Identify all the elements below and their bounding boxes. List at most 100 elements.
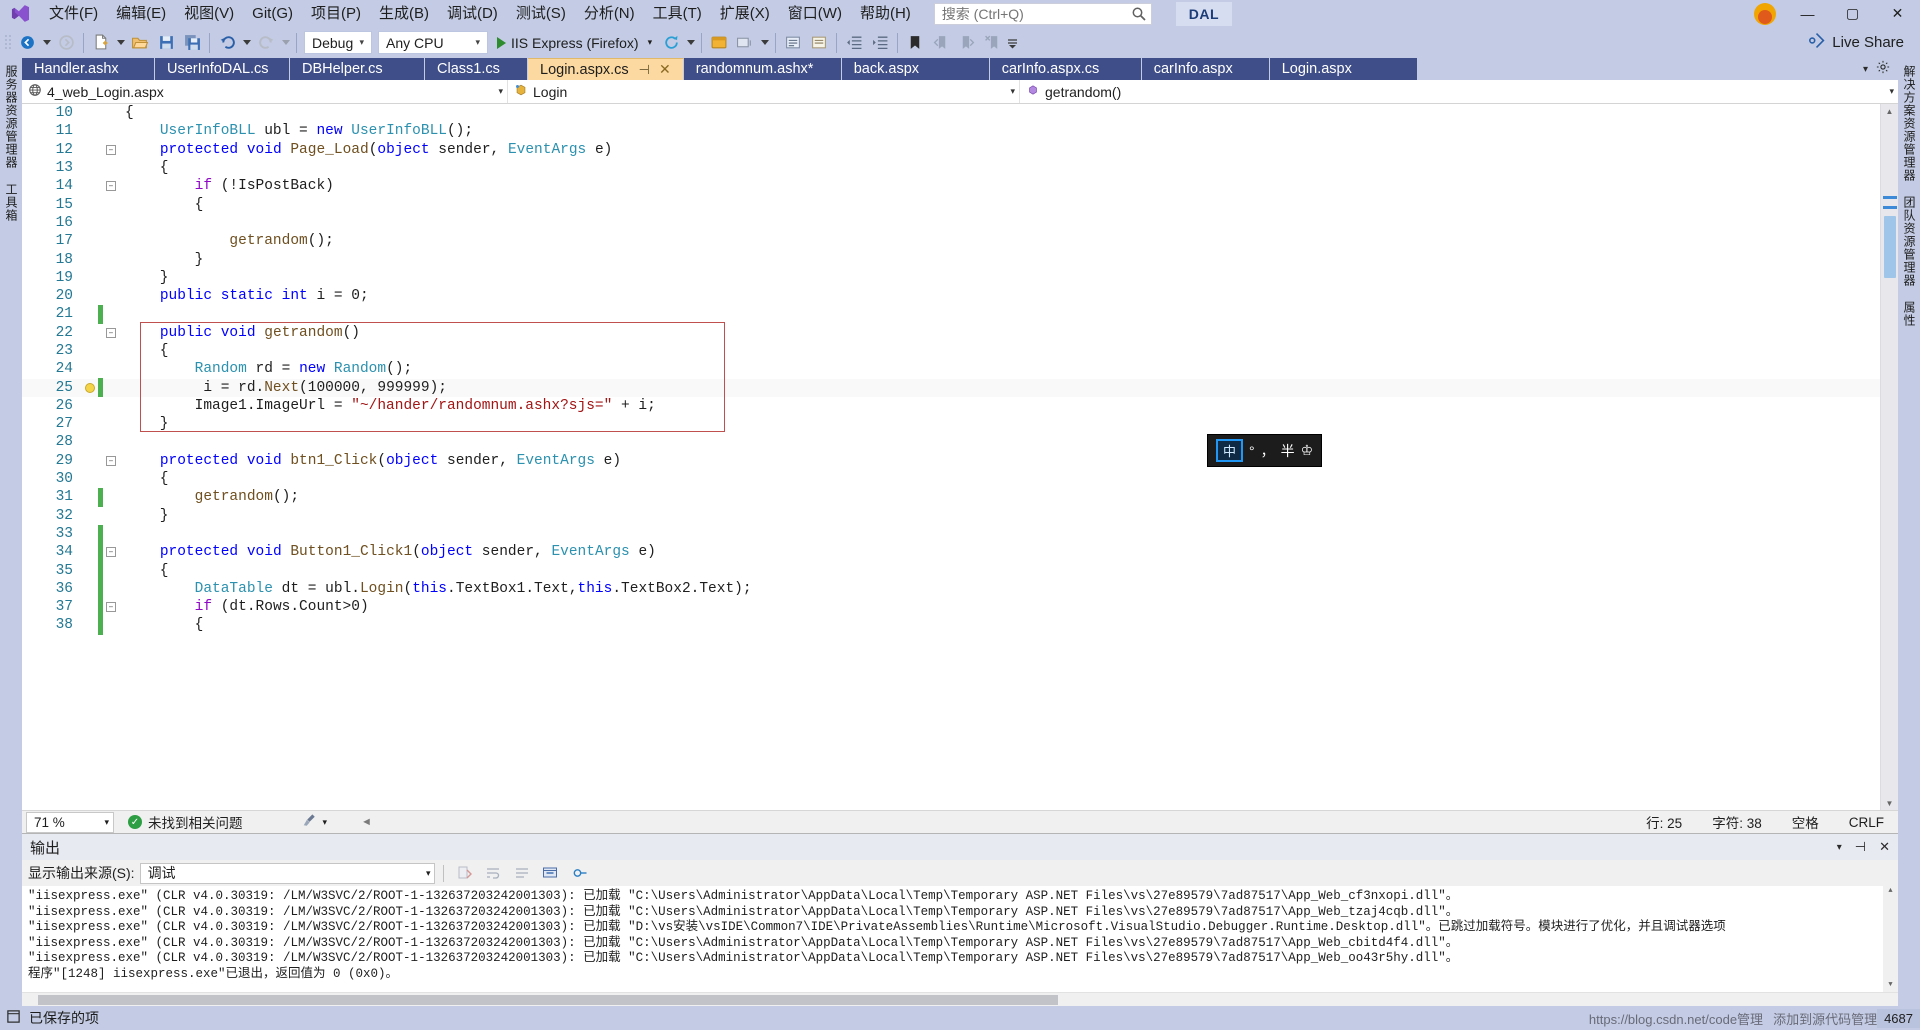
clear-output-icon[interactable] — [452, 862, 476, 884]
code-line[interactable]: 24 Random rd = new Random(); — [22, 360, 1880, 378]
maximize-button[interactable]: ▢ — [1830, 0, 1875, 27]
code-line[interactable]: 14 – if (!IsPostBack) — [22, 177, 1880, 195]
code-line[interactable]: 12 – protected void Page_Load(object send… — [22, 141, 1880, 159]
menu-window[interactable]: 窗口(W) — [779, 0, 851, 27]
menu-file[interactable]: 文件(F) — [40, 0, 107, 27]
collapse-toggle-icon[interactable]: – — [103, 144, 119, 155]
pin-icon[interactable]: ⊣ — [1855, 839, 1866, 855]
hot-reload-dropdown-icon[interactable] — [684, 30, 697, 56]
output-settings-icon[interactable] — [568, 862, 592, 884]
search-input[interactable] — [941, 5, 1131, 22]
navbar-project-select[interactable]: 4_web_Login.aspx ▾ — [22, 80, 508, 103]
next-bookmark-icon[interactable] — [954, 30, 980, 56]
code-line[interactable]: 20 public static int i = 0; — [22, 287, 1880, 305]
sidebar-item-solution-explorer[interactable]: 解决方案资源管理器 — [1898, 58, 1920, 189]
hot-reload-icon[interactable] — [658, 30, 684, 56]
add-to-source-control-label[interactable]: 添加到源代码管理 — [1773, 1009, 1877, 1028]
output-vertical-scrollbar[interactable]: ▲ ▼ — [1883, 886, 1898, 992]
navbar-member-select[interactable]: getrandom() ▾ — [1020, 80, 1898, 103]
code-line[interactable]: 27 } — [22, 415, 1880, 433]
toolbar-grip[interactable] — [4, 33, 14, 53]
new-file-dropdown-icon[interactable] — [114, 30, 127, 56]
code-line[interactable]: 31 getrandom(); — [22, 488, 1880, 507]
tab-carinfo-aspx-cs[interactable]: carInfo.aspx.cs — [989, 58, 1142, 80]
code-line[interactable]: 25 i = rd.Next(100000, 999999); — [22, 378, 1880, 397]
sidebar-item-toolbox[interactable]: 工具箱 — [0, 176, 23, 229]
solution-configuration-select[interactable]: Debug ▾ — [304, 31, 372, 54]
clear-bookmarks-icon[interactable] — [980, 30, 1006, 56]
live-share-button[interactable]: Live Share — [1792, 32, 1920, 53]
output-hscroll-thumb[interactable] — [38, 995, 1058, 1005]
new-file-icon[interactable] — [88, 30, 114, 56]
code-line[interactable]: 19 } — [22, 269, 1880, 287]
tab-dbhelper-cs[interactable]: DBHelper.cs — [290, 58, 425, 80]
scroll-down-icon[interactable]: ▼ — [1881, 796, 1898, 810]
save-all-icon[interactable] — [179, 30, 205, 56]
toolbar-overflow-icon[interactable] — [1006, 30, 1019, 56]
go-to-output-icon[interactable] — [539, 862, 563, 884]
collapse-toggle-icon[interactable]: – — [103, 602, 119, 613]
collapse-toggle-icon[interactable]: – — [103, 181, 119, 192]
tab-back-aspx[interactable]: back.aspx — [841, 58, 990, 80]
code-line[interactable]: 33 — [22, 524, 1880, 544]
account-avatar[interactable] — [1745, 0, 1785, 27]
collapse-toggle-icon[interactable]: – — [103, 455, 119, 466]
save-icon[interactable] — [153, 30, 179, 56]
menu-project[interactable]: 项目(P) — [302, 0, 370, 27]
code-line[interactable]: 21 — [22, 305, 1880, 324]
tab-userinfodal-cs[interactable]: UserInfoDAL.cs — [155, 58, 290, 80]
tab-randomnum-ashx[interactable]: randomnum.ashx* — [683, 58, 842, 80]
code-line[interactable]: 30 { — [22, 470, 1880, 488]
collapse-toggle-icon[interactable]: – — [103, 327, 119, 338]
redo-dropdown-icon[interactable] — [279, 30, 292, 56]
scroll-up-icon[interactable]: ▲ — [1881, 104, 1898, 118]
code-line[interactable]: 17 getrandom(); — [22, 232, 1880, 250]
undo-dropdown-icon[interactable] — [240, 30, 253, 56]
code-line[interactable]: 22 – public void getrandom() — [22, 324, 1880, 342]
menu-extensions[interactable]: 扩展(X) — [711, 0, 779, 27]
navigate-forward-icon[interactable] — [53, 30, 79, 56]
zoom-level-select[interactable]: 71 % ▾ — [26, 811, 114, 833]
code-line[interactable]: 26 Image1.ImageUrl = "~/hander/randomnum… — [22, 397, 1880, 415]
close-icon[interactable]: ✕ — [659, 61, 671, 78]
solution-platform-select[interactable]: Any CPU ▾ — [378, 31, 488, 54]
find-in-output-icon[interactable] — [510, 862, 534, 884]
pin-icon[interactable]: ⊣ — [639, 62, 650, 78]
tab-login-aspx[interactable]: Login.aspx — [1269, 58, 1418, 80]
decrease-indent-icon[interactable] — [841, 30, 867, 56]
navbar-type-select[interactable]: Login ▾ — [508, 80, 1020, 103]
output-source-select[interactable]: 调试 ▾ — [139, 862, 435, 884]
menu-build[interactable]: 生成(B) — [370, 0, 438, 27]
redo-icon[interactable] — [253, 30, 279, 56]
increase-indent-icon[interactable] — [867, 30, 893, 56]
menu-tools[interactable]: 工具(T) — [644, 0, 711, 27]
minimize-button[interactable]: — — [1785, 0, 1830, 27]
code-line[interactable]: 38 { — [22, 616, 1880, 635]
menu-debug[interactable]: 调试(D) — [438, 0, 507, 27]
navigate-backward-dropdown-icon[interactable] — [40, 30, 53, 56]
code-line[interactable]: 11 UserInfoBLL ubl = new UserInfoBLL(); — [22, 122, 1880, 140]
code-line[interactable]: 37 – if (dt.Rows.Count>0) — [22, 598, 1880, 617]
menu-analyze[interactable]: 分析(N) — [575, 0, 644, 27]
output-text-area[interactable]: "iisexpress.exe" (CLR v4.0.30319: /LM/W3… — [22, 886, 1898, 992]
code-line[interactable]: 18 } — [22, 250, 1880, 268]
sidebar-item-properties[interactable]: 属性 — [1898, 294, 1920, 334]
toggle-wordwrap-icon[interactable] — [481, 862, 505, 884]
sidebar-item-team-explorer[interactable]: 团队资源管理器 — [1898, 189, 1920, 294]
close-icon[interactable]: ✕ — [1879, 839, 1890, 855]
issue-status[interactable]: ✓ 未找到相关问题 — [128, 812, 243, 832]
output-horizontal-scrollbar[interactable] — [22, 992, 1898, 1006]
code-line[interactable]: 36 DataTable dt = ubl.Login(this.TextBox… — [22, 579, 1880, 599]
quick-search-box[interactable] — [933, 2, 1152, 25]
tab-login-aspx-cs[interactable]: Login.aspx.cs ⊣ ✕ — [528, 58, 684, 80]
code-line[interactable]: 15 { — [22, 195, 1880, 213]
scrollbar-thumb[interactable] — [1884, 216, 1896, 278]
code-line[interactable]: 13 { — [22, 159, 1880, 177]
code-editor[interactable]: 10 {11 UserInfoBLL ubl = new UserInfoBLL(… — [22, 104, 1880, 810]
tab-class1-cs[interactable]: Class1.cs — [425, 58, 528, 80]
code-line[interactable]: 10 { — [22, 104, 1880, 122]
menu-git[interactable]: Git(G) — [243, 0, 302, 27]
browser-dropdown-icon[interactable] — [758, 30, 771, 56]
editor-vertical-scrollbar[interactable]: ▲ ▼ — [1880, 104, 1898, 810]
previous-bookmark-icon[interactable] — [928, 30, 954, 56]
